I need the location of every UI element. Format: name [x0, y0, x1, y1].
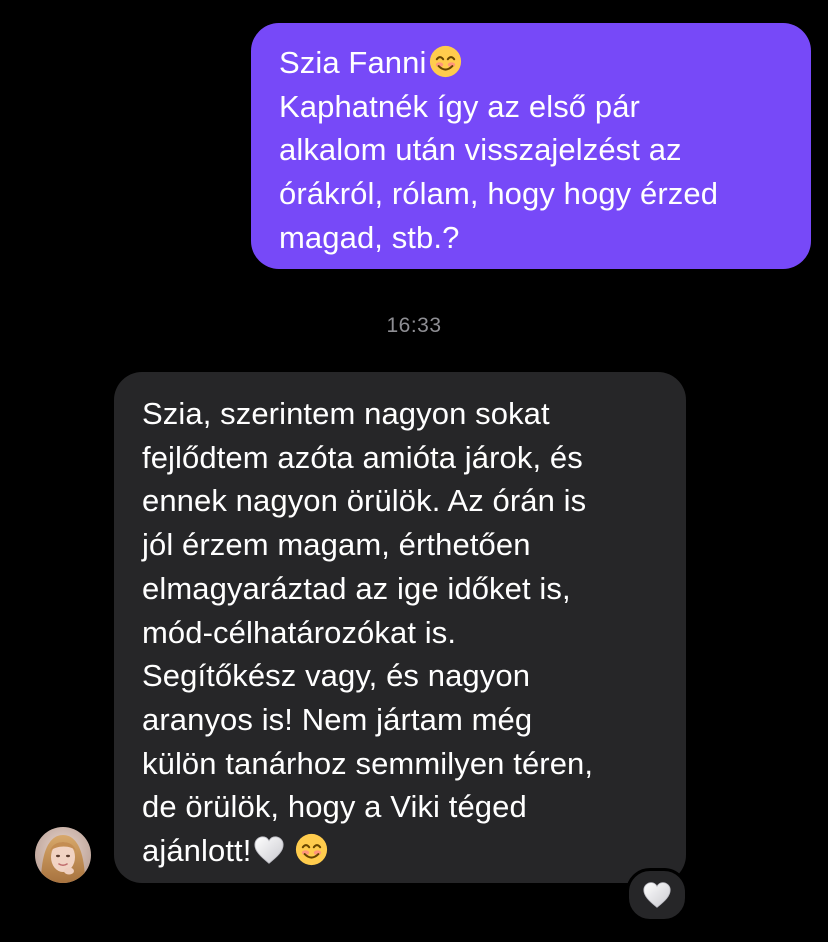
message-line: ennek nagyon örülök. Az órán is: [142, 483, 587, 519]
message-line: elmagyaráztad az ige időket is,: [142, 570, 571, 606]
reaction-badge[interactable]: [626, 868, 688, 922]
avatar[interactable]: [35, 827, 91, 883]
message-line: alkalom után visszajelzést az: [279, 132, 682, 168]
white-heart-icon: [643, 882, 671, 908]
message-line: ajánlott!: [142, 829, 658, 873]
message-line: külön tanárhoz semmilyen téren,: [142, 745, 594, 781]
white-heart-icon: [254, 836, 285, 864]
message-line: mód-célhatározókat is.: [142, 614, 457, 650]
smiling-face-icon: [296, 833, 328, 866]
incoming-message-bubble[interactable]: Szia, szerintem nagyon sokat fejlődtem a…: [114, 372, 686, 883]
message-line: de örülök, hogy a Viki téged: [142, 789, 527, 825]
smiling-face-icon: [430, 45, 462, 78]
message-line: magad, stb.?: [279, 219, 460, 255]
message-line: jól érzem magam, érthetően: [142, 527, 531, 563]
message-line: Szia Fanni: [279, 41, 783, 85]
message-line: Kaphatnék így az első pár: [279, 88, 640, 124]
outgoing-message-bubble[interactable]: Szia Fanni Kaphatnék így az első pár alk…: [251, 23, 811, 269]
chat-thread: Szia Fanni Kaphatnék így az első pár alk…: [0, 0, 828, 942]
message-line: Szia, szerintem nagyon sokat: [142, 396, 550, 431]
avatar-photo: [35, 827, 91, 883]
message-line: fejlődtem azóta amióta járok, és: [142, 439, 583, 475]
message-line: órákról, rólam, hogy hogy érzed: [279, 176, 719, 212]
message-timestamp: 16:33: [386, 314, 442, 337]
message-line: aranyos is! Nem jártam még: [142, 701, 533, 737]
message-line: Segítőkész vagy, és nagyon: [142, 658, 531, 694]
